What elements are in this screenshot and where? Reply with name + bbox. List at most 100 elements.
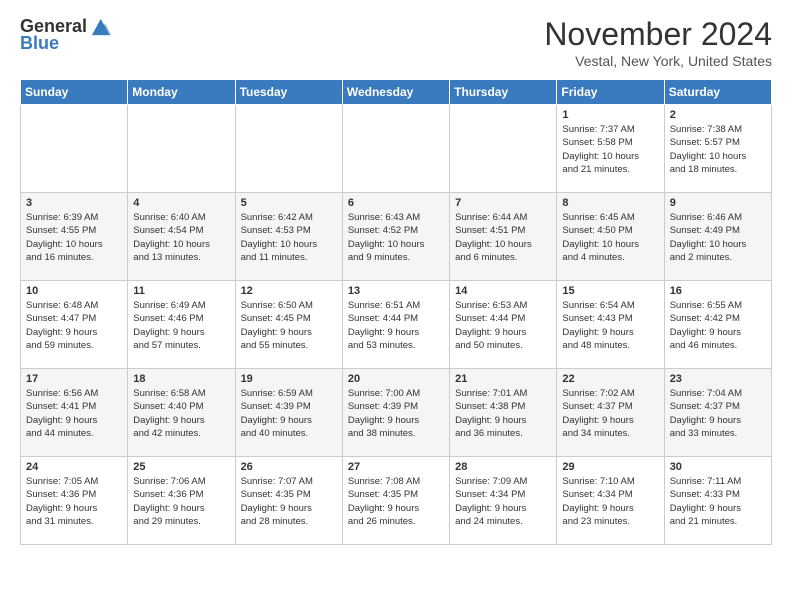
day-number: 3 — [26, 197, 122, 209]
day-number: 25 — [133, 461, 229, 473]
weekday-header-tuesday: Tuesday — [235, 80, 342, 105]
day-number: 18 — [133, 373, 229, 385]
weekday-header-wednesday: Wednesday — [342, 80, 449, 105]
day-cell-23: 23 Sunrise: 7:04 AM Sunset: 4:37 PM Dayli… — [664, 369, 771, 457]
day-info: Sunrise: 7:08 AM Sunset: 4:35 PM Dayligh… — [348, 475, 444, 528]
day-cell-empty — [128, 105, 235, 193]
day-number: 12 — [241, 285, 337, 297]
day-cell-28: 28 Sunrise: 7:09 AM Sunset: 4:34 PM Dayli… — [450, 457, 557, 545]
day-cell-21: 21 Sunrise: 7:01 AM Sunset: 4:38 PM Dayli… — [450, 369, 557, 457]
weekday-header-row: SundayMondayTuesdayWednesdayThursdayFrid… — [21, 80, 772, 105]
day-number: 28 — [455, 461, 551, 473]
day-cell-22: 22 Sunrise: 7:02 AM Sunset: 4:37 PM Dayli… — [557, 369, 664, 457]
day-info: Sunrise: 6:56 AM Sunset: 4:41 PM Dayligh… — [26, 387, 122, 440]
day-cell-16: 16 Sunrise: 6:55 AM Sunset: 4:42 PM Dayli… — [664, 281, 771, 369]
day-cell-14: 14Sunrise: 6:53 AM Sunset: 4:44 PM Dayli… — [450, 281, 557, 369]
day-cell-30: 30 Sunrise: 7:11 AM Sunset: 4:33 PM Dayli… — [664, 457, 771, 545]
day-info: Sunrise: 7:07 AM Sunset: 4:35 PM Dayligh… — [241, 475, 337, 528]
day-info: Sunrise: 7:02 AM Sunset: 4:37 PM Dayligh… — [562, 387, 658, 440]
day-info: Sunrise: 6:44 AM Sunset: 4:51 PM Dayligh… — [455, 211, 551, 264]
day-info: Sunrise: 6:46 AM Sunset: 4:49 PM Dayligh… — [670, 211, 766, 264]
day-cell-5: 5 Sunrise: 6:42 AM Sunset: 4:53 PM Daylig… — [235, 193, 342, 281]
day-number: 19 — [241, 373, 337, 385]
day-number: 5 — [241, 197, 337, 209]
day-cell-3: 3 Sunrise: 6:39 AM Sunset: 4:55 PM Daylig… — [21, 193, 128, 281]
day-info: Sunrise: 7:06 AM Sunset: 4:36 PM Dayligh… — [133, 475, 229, 528]
day-info: Sunrise: 7:01 AM Sunset: 4:38 PM Dayligh… — [455, 387, 551, 440]
day-number: 9 — [670, 197, 766, 209]
day-cell-empty — [21, 105, 128, 193]
day-cell-8: 8 Sunrise: 6:45 AM Sunset: 4:50 PM Daylig… — [557, 193, 664, 281]
day-cell-empty — [235, 105, 342, 193]
day-cell-7: 7 Sunrise: 6:44 AM Sunset: 4:51 PM Daylig… — [450, 193, 557, 281]
logo-text-block: General Blue — [20, 16, 111, 54]
day-info: Sunrise: 6:55 AM Sunset: 4:42 PM Dayligh… — [670, 299, 766, 352]
day-info: Sunrise: 7:09 AM Sunset: 4:34 PM Dayligh… — [455, 475, 551, 528]
day-cell-26: 26Sunrise: 7:07 AM Sunset: 4:35 PM Dayli… — [235, 457, 342, 545]
day-cell-18: 18 Sunrise: 6:58 AM Sunset: 4:40 PM Dayli… — [128, 369, 235, 457]
day-number: 16 — [670, 285, 766, 297]
day-info: Sunrise: 6:40 AM Sunset: 4:54 PM Dayligh… — [133, 211, 229, 264]
weekday-header-sunday: Sunday — [21, 80, 128, 105]
day-number: 15 — [562, 285, 658, 297]
day-info: Sunrise: 6:48 AM Sunset: 4:47 PM Dayligh… — [26, 299, 122, 352]
week-row-1: 1 Sunrise: 7:37 AM Sunset: 5:58 PM Daylig… — [21, 105, 772, 193]
weekday-header-monday: Monday — [128, 80, 235, 105]
day-cell-10: 10Sunrise: 6:48 AM Sunset: 4:47 PM Dayli… — [21, 281, 128, 369]
day-cell-11: 11 Sunrise: 6:49 AM Sunset: 4:46 PM Dayli… — [128, 281, 235, 369]
day-number: 22 — [562, 373, 658, 385]
day-number: 21 — [455, 373, 551, 385]
day-number: 30 — [670, 461, 766, 473]
day-cell-2: 2 Sunrise: 7:38 AM Sunset: 5:57 PM Daylig… — [664, 105, 771, 193]
day-cell-4: 4 Sunrise: 6:40 AM Sunset: 4:54 PM Daylig… — [128, 193, 235, 281]
day-cell-13: 13 Sunrise: 6:51 AM Sunset: 4:44 PM Dayli… — [342, 281, 449, 369]
day-number: 1 — [562, 109, 658, 121]
day-cell-27: 27 Sunrise: 7:08 AM Sunset: 4:35 PM Dayli… — [342, 457, 449, 545]
week-row-5: 24Sunrise: 7:05 AM Sunset: 4:36 PM Dayli… — [21, 457, 772, 545]
location: Vestal, New York, United States — [544, 53, 772, 69]
day-cell-6: 6Sunrise: 6:43 AM Sunset: 4:52 PM Daylig… — [342, 193, 449, 281]
day-info: Sunrise: 6:54 AM Sunset: 4:43 PM Dayligh… — [562, 299, 658, 352]
day-cell-9: 9 Sunrise: 6:46 AM Sunset: 4:49 PM Daylig… — [664, 193, 771, 281]
page: General Blue November 2024 Vestal, New Y… — [0, 0, 792, 565]
day-info: Sunrise: 6:39 AM Sunset: 4:55 PM Dayligh… — [26, 211, 122, 264]
day-info: Sunrise: 6:59 AM Sunset: 4:39 PM Dayligh… — [241, 387, 337, 440]
day-number: 13 — [348, 285, 444, 297]
day-cell-empty — [342, 105, 449, 193]
day-cell-1: 1 Sunrise: 7:37 AM Sunset: 5:58 PM Daylig… — [557, 105, 664, 193]
day-info: Sunrise: 7:04 AM Sunset: 4:37 PM Dayligh… — [670, 387, 766, 440]
weekday-header-thursday: Thursday — [450, 80, 557, 105]
day-number: 8 — [562, 197, 658, 209]
day-number: 2 — [670, 109, 766, 121]
day-info: Sunrise: 7:00 AM Sunset: 4:39 PM Dayligh… — [348, 387, 444, 440]
day-info: Sunrise: 6:43 AM Sunset: 4:52 PM Dayligh… — [348, 211, 444, 264]
day-info: Sunrise: 6:58 AM Sunset: 4:40 PM Dayligh… — [133, 387, 229, 440]
day-number: 7 — [455, 197, 551, 209]
logo: General Blue — [20, 16, 111, 54]
weekday-header-saturday: Saturday — [664, 80, 771, 105]
day-number: 4 — [133, 197, 229, 209]
day-info: Sunrise: 6:45 AM Sunset: 4:50 PM Dayligh… — [562, 211, 658, 264]
day-info: Sunrise: 6:49 AM Sunset: 4:46 PM Dayligh… — [133, 299, 229, 352]
day-info: Sunrise: 6:51 AM Sunset: 4:44 PM Dayligh… — [348, 299, 444, 352]
day-number: 20 — [348, 373, 444, 385]
week-row-4: 17 Sunrise: 6:56 AM Sunset: 4:41 PM Dayli… — [21, 369, 772, 457]
day-number: 11 — [133, 285, 229, 297]
day-info: Sunrise: 7:11 AM Sunset: 4:33 PM Dayligh… — [670, 475, 766, 528]
day-number: 17 — [26, 373, 122, 385]
day-info: Sunrise: 7:37 AM Sunset: 5:58 PM Dayligh… — [562, 123, 658, 176]
day-cell-29: 29Sunrise: 7:10 AM Sunset: 4:34 PM Dayli… — [557, 457, 664, 545]
week-row-2: 3 Sunrise: 6:39 AM Sunset: 4:55 PM Daylig… — [21, 193, 772, 281]
day-cell-20: 20 Sunrise: 7:00 AM Sunset: 4:39 PM Dayli… — [342, 369, 449, 457]
title-block: November 2024 Vestal, New York, United S… — [544, 16, 772, 69]
day-cell-empty — [450, 105, 557, 193]
calendar-table: SundayMondayTuesdayWednesdayThursdayFrid… — [20, 79, 772, 545]
day-number: 23 — [670, 373, 766, 385]
day-cell-24: 24Sunrise: 7:05 AM Sunset: 4:36 PM Dayli… — [21, 457, 128, 545]
day-info: Sunrise: 7:38 AM Sunset: 5:57 PM Dayligh… — [670, 123, 766, 176]
day-info: Sunrise: 6:42 AM Sunset: 4:53 PM Dayligh… — [241, 211, 337, 264]
day-cell-25: 25 Sunrise: 7:06 AM Sunset: 4:36 PM Dayli… — [128, 457, 235, 545]
weekday-header-friday: Friday — [557, 80, 664, 105]
day-number: 27 — [348, 461, 444, 473]
logo-icon — [89, 16, 111, 38]
